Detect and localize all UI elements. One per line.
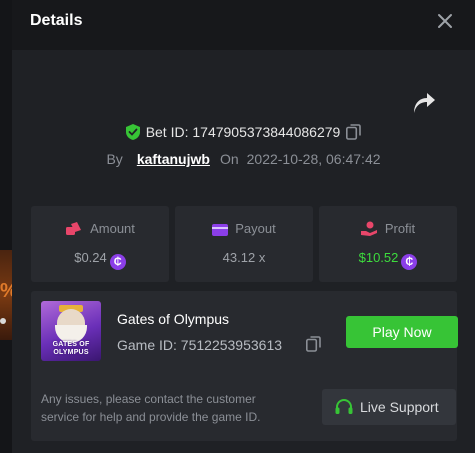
thumbnail-title-line2: OLYMPUS xyxy=(53,349,89,356)
hand-coin-icon xyxy=(360,221,377,236)
modal-title: Details xyxy=(30,12,83,29)
bet-details-modal: Details Bet ID: 1747905373844086279 By ka… xyxy=(12,0,475,453)
stat-amount-label-row: Amount xyxy=(31,221,169,236)
game-thumbnail[interactable]: GATES OF OLYMPUS xyxy=(41,301,101,361)
game-card: GATES OF OLYMPUS Gates of Olympus Game I… xyxy=(31,291,458,441)
modal-header: Details xyxy=(12,0,475,50)
stat-amount-value-row: $0.24 ₵ xyxy=(31,250,169,270)
by-label: By xyxy=(106,151,123,167)
close-icon[interactable] xyxy=(434,10,456,32)
play-now-button[interactable]: Play Now xyxy=(346,316,458,348)
live-support-label: Live Support xyxy=(360,399,439,415)
username-link[interactable]: kaftanujwb xyxy=(137,151,210,167)
wallet-icon xyxy=(212,224,229,236)
thumbnail-title-line1: GATES OF xyxy=(52,341,90,348)
copy-icon[interactable] xyxy=(346,124,362,140)
bet-datetime: 2022-10-28, 06:47:42 xyxy=(246,151,381,167)
copy-icon[interactable] xyxy=(306,336,321,352)
stat-profit-label-row: Profit xyxy=(319,221,457,236)
share-icon[interactable] xyxy=(412,93,436,115)
coins-icon xyxy=(66,222,82,235)
stat-amount-value: $0.24 xyxy=(74,250,107,265)
stat-amount-label: Amount xyxy=(90,221,135,236)
verified-shield-icon xyxy=(125,124,140,140)
bet-id-row: Bet ID: 1747905373844086279 xyxy=(12,124,475,140)
stat-amount: Amount $0.24 ₵ xyxy=(31,206,169,282)
stat-payout-label-row: Payout xyxy=(175,221,313,236)
stat-profit-label: Profit xyxy=(384,221,416,236)
stat-profit: Profit $10.52 ₵ xyxy=(319,206,457,282)
stat-payout-label: Payout xyxy=(235,221,276,236)
bet-stats: Amount $0.24 ₵ Payout 43.12 x Profit $10… xyxy=(31,206,457,282)
currency-coin-icon: ₵ xyxy=(109,254,126,270)
currency-coin-icon: ₵ xyxy=(401,254,418,270)
stat-profit-value-row: $10.52 ₵ xyxy=(319,250,457,270)
support-notice: Any issues, please contact the customer … xyxy=(41,392,261,424)
stat-profit-value: $10.52 xyxy=(358,250,399,265)
backdrop: % xyxy=(0,0,18,453)
live-support-button[interactable]: Live Support xyxy=(322,389,456,425)
stat-payout: Payout 43.12 x xyxy=(175,206,313,282)
on-label: On xyxy=(219,151,239,167)
bet-id: Bet ID: 1747905373844086279 xyxy=(145,124,341,140)
game-id: Game ID: 7512253953613 xyxy=(117,337,283,353)
headset-icon xyxy=(335,399,353,414)
bet-meta-row: By kaftanujwb On 2022-10-28, 06:47:42 xyxy=(12,151,475,167)
stat-payout-value: 43.12 x xyxy=(222,250,266,265)
game-name: Gates of Olympus xyxy=(117,311,230,327)
backdrop-dot xyxy=(0,318,6,324)
